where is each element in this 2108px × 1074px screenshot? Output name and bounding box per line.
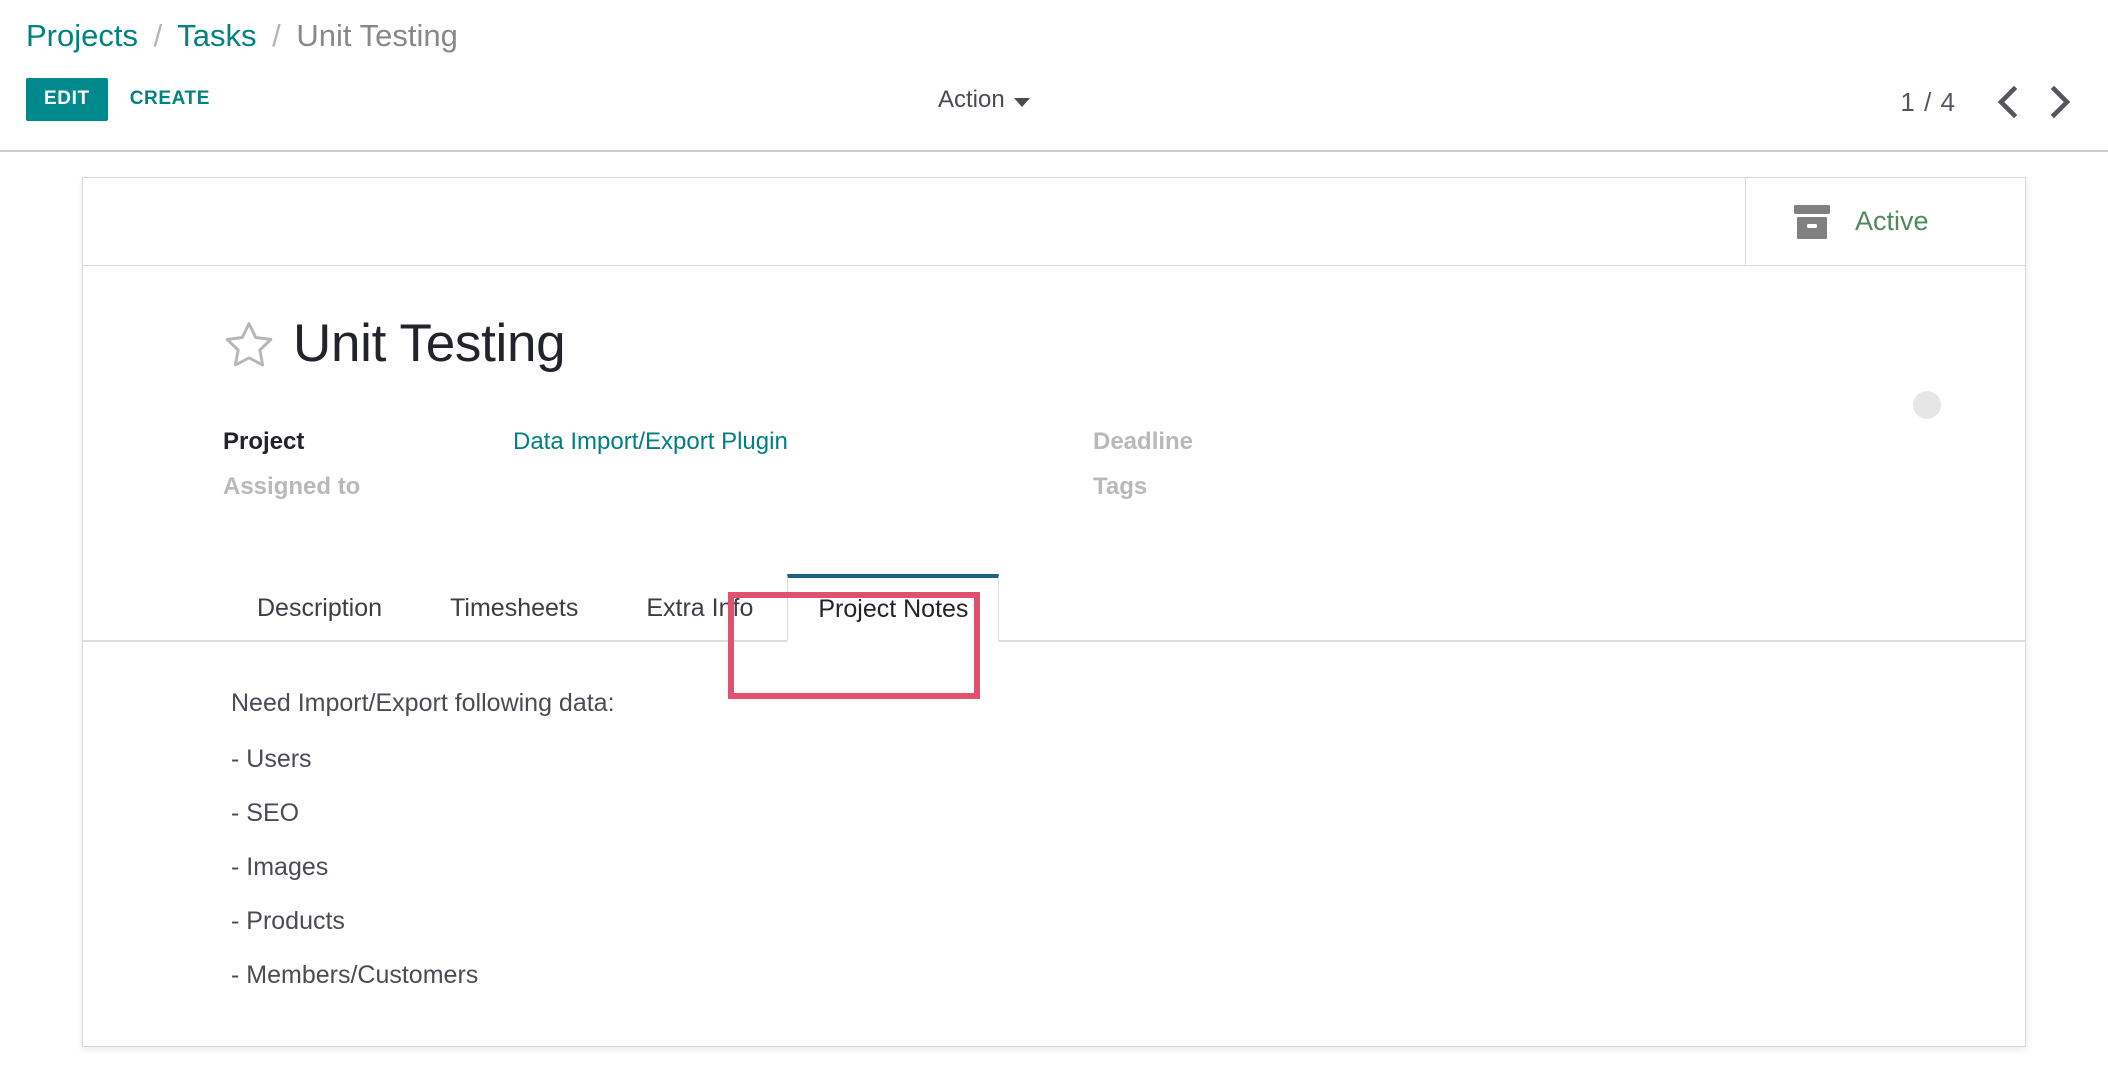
- record-title-row: Unit Testing: [83, 266, 2025, 374]
- field-value-project[interactable]: Data Import/Export Plugin: [513, 428, 788, 456]
- note-line: - Images: [231, 853, 329, 881]
- breadcrumb-separator: /: [272, 18, 281, 53]
- field-column-left: Project Data Import/Export Plugin Assign…: [223, 428, 1093, 518]
- tab-extra-info[interactable]: Extra Info: [612, 576, 787, 640]
- note-line: - Users: [231, 745, 312, 773]
- notebook-tab-bar: Description Timesheets Extra Info Projec…: [83, 574, 2025, 642]
- pager-counter: 1 / 4: [1900, 86, 1956, 117]
- tab-timesheets[interactable]: Timesheets: [416, 576, 612, 640]
- star-outline-icon[interactable]: [223, 318, 275, 370]
- form-body: Unit Testing Project Data Import/Export …: [83, 266, 2025, 990]
- archive-box-icon: [1794, 204, 1830, 239]
- note-line: - SEO: [231, 799, 300, 827]
- field-row-assigned-to: Assigned to: [223, 473, 1093, 518]
- control-panel: Projects / Tasks / Unit Testing EDIT CRE…: [0, 0, 2108, 152]
- action-menu-label: Action: [938, 86, 1005, 113]
- chevron-left-icon: [1997, 85, 2018, 119]
- breadcrumb: Projects / Tasks / Unit Testing: [26, 18, 458, 54]
- statusbar-buttons: Active: [1745, 178, 2025, 265]
- archive-toggle-button[interactable]: Active: [1792, 203, 1929, 241]
- breadcrumb-separator: /: [153, 18, 163, 53]
- create-button[interactable]: CREATE: [108, 78, 228, 121]
- field-row-project: Project Data Import/Export Plugin: [223, 428, 1093, 473]
- tab-description[interactable]: Description: [223, 576, 416, 640]
- pager-previous-button[interactable]: [1982, 80, 2034, 124]
- odoo-form-view: Projects / Tasks / Unit Testing EDIT CRE…: [0, 0, 2108, 1074]
- breadcrumb-item-projects[interactable]: Projects: [26, 18, 138, 53]
- field-row-deadline: Deadline: [1093, 428, 1963, 473]
- field-group: Project Data Import/Export Plugin Assign…: [83, 374, 2025, 518]
- chevron-right-icon: [2050, 85, 2071, 119]
- note-line: - Products: [231, 907, 345, 935]
- note-line: Need Import/Export following data:: [231, 689, 615, 717]
- pager: 1 / 4: [1900, 80, 2086, 124]
- action-menu-dropdown[interactable]: Action: [938, 86, 1030, 114]
- field-label-deadline: Deadline: [1093, 428, 1194, 455]
- form-action-buttons: EDIT CREATE: [26, 78, 228, 121]
- breadcrumb-item-tasks[interactable]: Tasks: [177, 18, 256, 53]
- archive-status-label: Active: [1855, 206, 1929, 236]
- note-line: - Members/Customers: [231, 961, 479, 989]
- notebook: Description Timesheets Extra Info Projec…: [83, 574, 2025, 990]
- page-title: Unit Testing: [293, 314, 566, 373]
- field-row-tags: Tags: [1093, 473, 1963, 518]
- form-sheet: Active Unit Testing Project Data Import/…: [82, 177, 2026, 1047]
- edit-button[interactable]: EDIT: [26, 78, 108, 121]
- caret-down-icon: [1013, 97, 1030, 107]
- field-label-project: Project: [223, 428, 305, 455]
- notebook-tab-content: Need Import/Export following data: - Use…: [83, 642, 2025, 990]
- circle-dot-icon[interactable]: [1913, 391, 1941, 419]
- field-label-tags: Tags: [1093, 473, 1148, 500]
- field-label-assigned-to: Assigned to: [223, 473, 361, 500]
- pager-next-button[interactable]: [2034, 80, 2086, 124]
- field-column-right: Deadline Tags: [1093, 428, 1963, 518]
- form-statusbar: Active: [83, 178, 2025, 266]
- tab-project-notes[interactable]: Project Notes: [787, 574, 1000, 642]
- breadcrumb-item-current: Unit Testing: [296, 18, 458, 53]
